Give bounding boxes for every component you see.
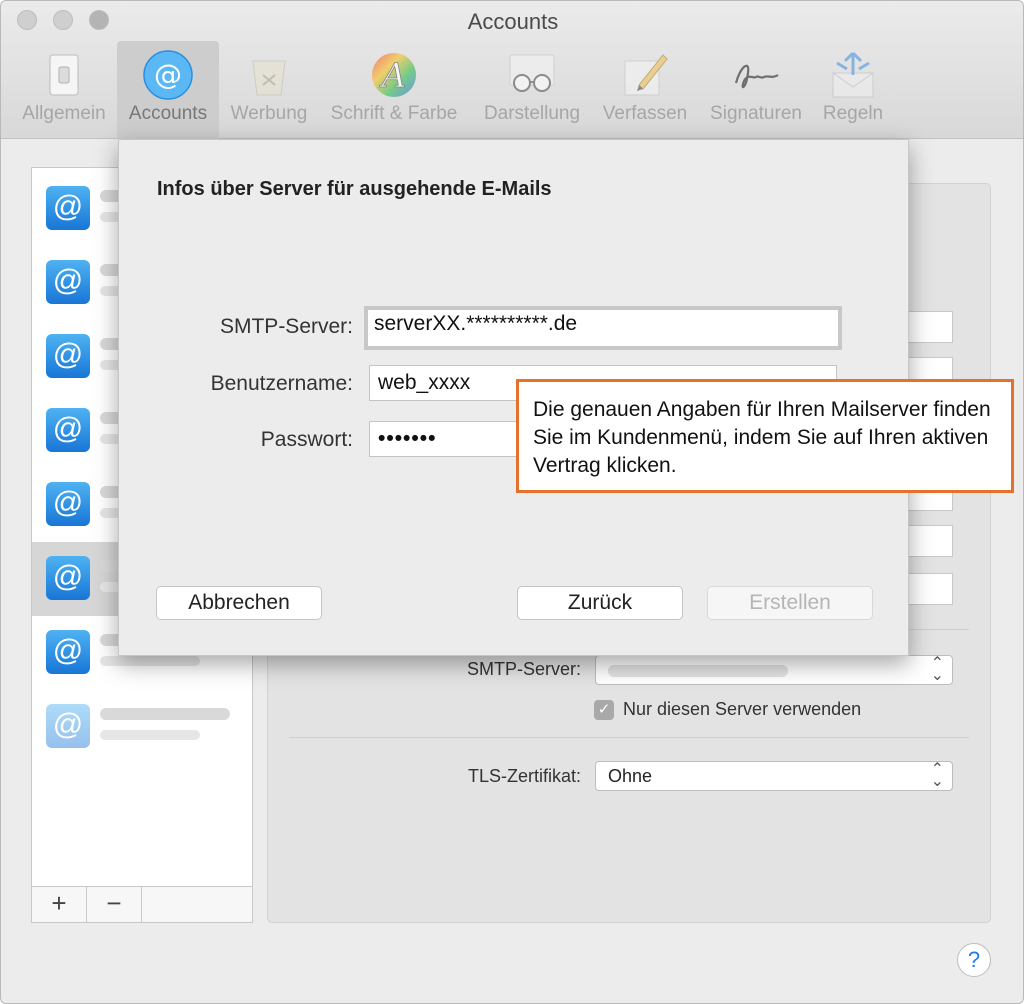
at-icon: @ — [46, 556, 90, 600]
tab-label: Werbung — [230, 103, 308, 124]
tab-verfassen[interactable]: Verfassen — [595, 41, 695, 139]
accounts-window: Accounts Allgemein @ Accounts Werbung A … — [0, 0, 1024, 1004]
font-color-icon: A — [372, 53, 416, 97]
account-item[interactable]: @ — [32, 690, 252, 764]
blurred-account-type — [100, 730, 200, 740]
only-this-server-label: Nur diesen Server verwenden — [623, 699, 862, 719]
svg-text:@: @ — [154, 58, 182, 91]
tab-regeln[interactable]: Regeln — [815, 41, 891, 139]
window-title: Accounts — [467, 9, 559, 34]
blurred-account-type — [100, 656, 200, 666]
svg-text:A: A — [379, 56, 407, 96]
remove-account-button[interactable]: − — [87, 887, 142, 922]
smtp-server-label: SMTP-Server: — [466, 659, 581, 679]
username-value: web_xxxx — [378, 371, 471, 394]
rules-envelope-icon — [832, 51, 874, 98]
smtp-server-label: SMTP-Server: — [219, 315, 353, 338]
back-button[interactable]: Zurück — [517, 586, 683, 620]
tab-signaturen[interactable]: Signaturen — [701, 41, 811, 139]
at-icon: @ — [46, 186, 90, 230]
tls-certificate-popup[interactable]: Ohne ⌃ ⌄ — [595, 761, 953, 791]
tab-label: Verfassen — [602, 103, 688, 124]
tab-schrift-farbe[interactable]: A Schrift & Farbe — [321, 41, 467, 139]
tls-certificate-label: TLS-Zertifikat: — [467, 766, 581, 786]
add-account-button[interactable]: + — [32, 887, 87, 922]
help-button[interactable]: ? — [957, 943, 991, 977]
username-label: Benutzername: — [210, 372, 353, 395]
cancel-button[interactable]: Abbrechen — [156, 586, 322, 620]
tab-label: Accounts — [128, 103, 208, 124]
tab-label: Allgemein — [22, 103, 106, 124]
divider — [289, 737, 969, 738]
glasses-icon — [509, 54, 555, 92]
at-icon: @ — [46, 482, 90, 526]
create-button[interactable]: Erstellen — [707, 586, 873, 620]
only-this-server-checkbox[interactable]: ✓ — [594, 700, 614, 720]
tab-allgemein[interactable]: Allgemein — [15, 41, 113, 139]
tls-certificate-value: Ohne — [608, 766, 653, 786]
at-icon: @ — [46, 408, 90, 452]
tab-darstellung[interactable]: Darstellung — [475, 41, 589, 139]
blurred-server-name — [608, 665, 788, 677]
blurred-account-name — [100, 708, 230, 720]
tab-werbung[interactable]: Werbung — [223, 41, 315, 139]
tab-label: Darstellung — [483, 103, 581, 124]
switch-icon — [49, 54, 79, 96]
smtp-server-field[interactable]: serverXX.**********.de — [364, 306, 842, 350]
at-icon: @ — [46, 260, 90, 304]
at-icon: @ — [46, 334, 90, 378]
updown-arrows-icon: ⌃ ⌄ — [930, 655, 944, 684]
at-icon: @ — [143, 50, 193, 100]
toolbar: Accounts Allgemein @ Accounts Werbung A … — [1, 1, 1023, 139]
at-icon: @ — [46, 630, 90, 674]
mailserver-info-callout: Die genauen Angaben für Ihren Mailserver… — [516, 379, 1014, 493]
smtp-server-value: serverXX.**********.de — [374, 312, 578, 335]
tab-label: Regeln — [822, 103, 884, 124]
at-icon: @ — [46, 704, 90, 748]
pencil-icon — [624, 54, 668, 96]
junk-bin-icon — [252, 60, 286, 96]
sheet-title: Infos über Server für ausgehende E-Mails — [157, 178, 552, 200]
updown-arrows-icon: ⌃ ⌄ — [930, 761, 944, 790]
tab-label: Signaturen — [710, 103, 802, 124]
signature-icon — [734, 64, 779, 89]
password-label: Passwort: — [260, 428, 353, 451]
smtp-server-popup[interactable]: ⌃ ⌄ — [595, 655, 953, 685]
password-value: ••••••• — [378, 427, 437, 450]
account-list-footer: + − — [32, 886, 252, 922]
tab-accounts[interactable]: @ Accounts — [117, 41, 219, 139]
tab-label: Schrift & Farbe — [330, 103, 458, 124]
